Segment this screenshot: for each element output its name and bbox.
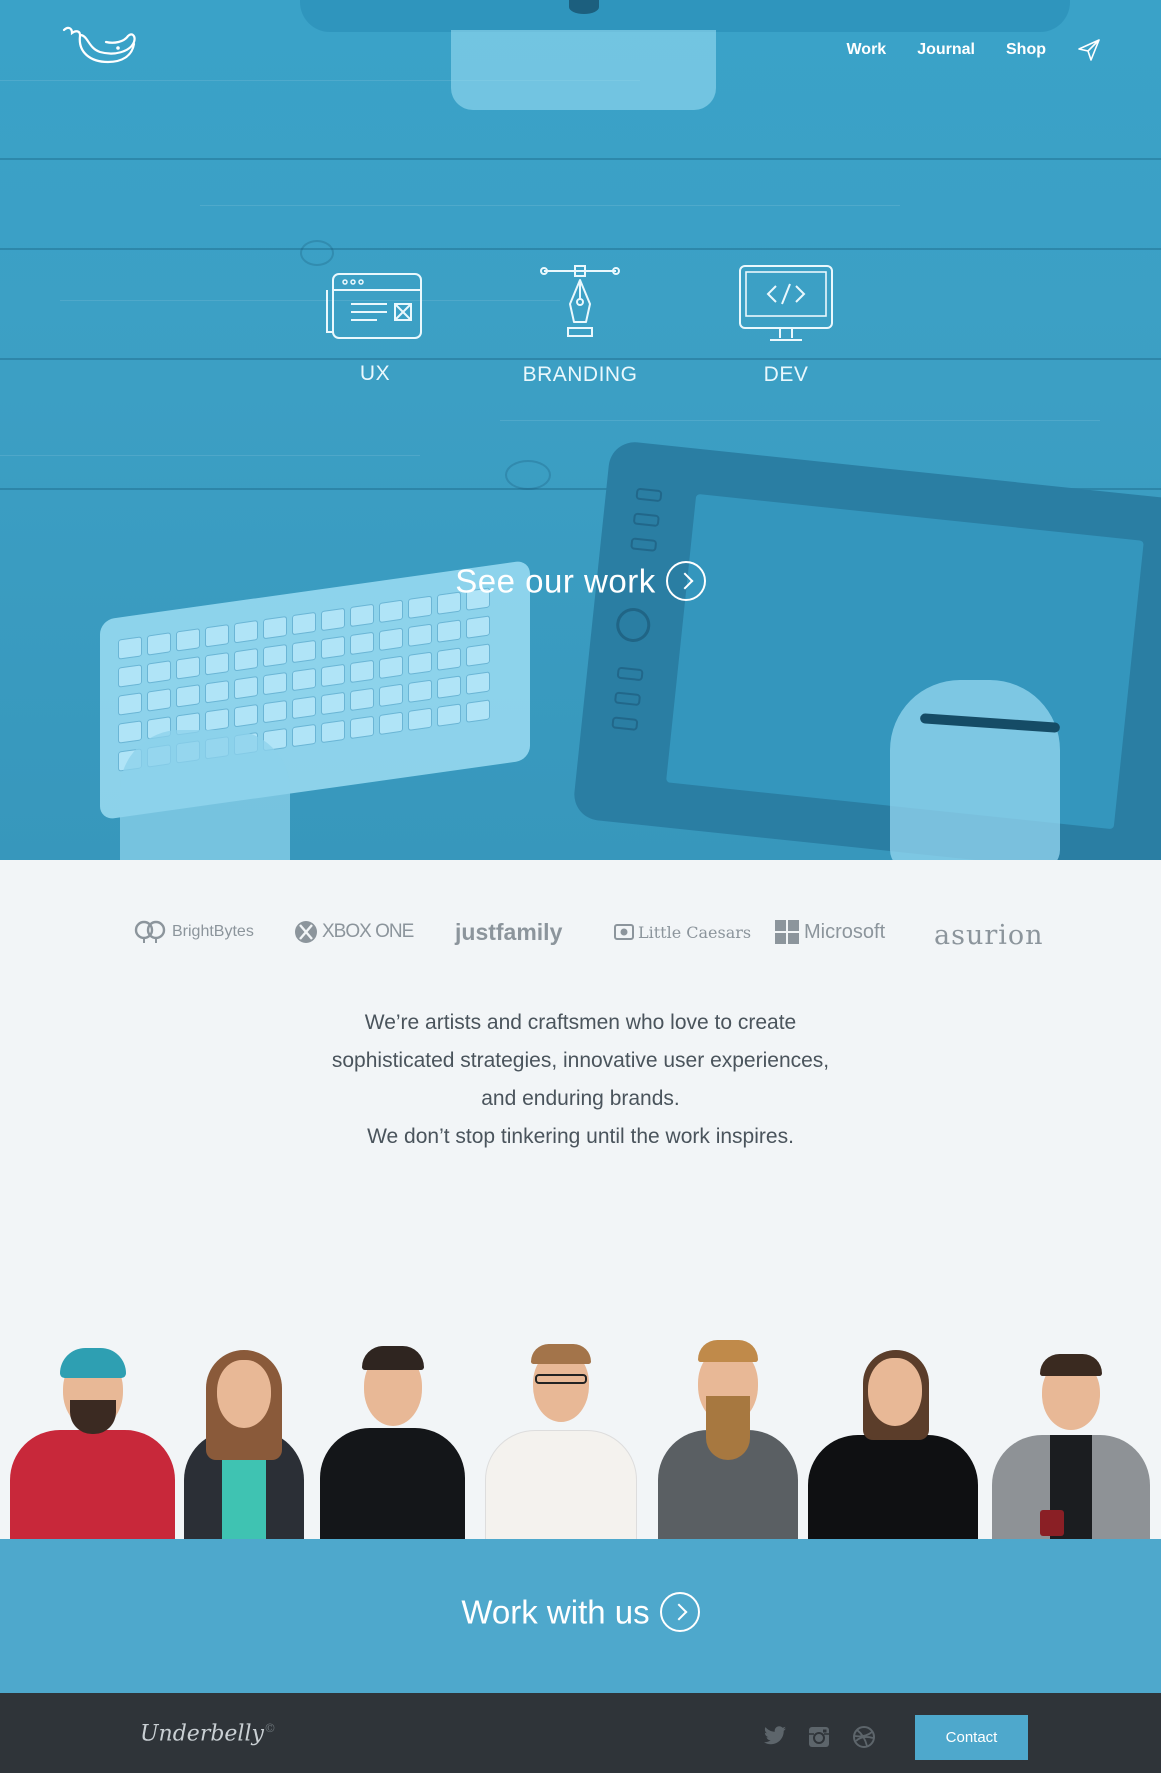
monitor (300, 0, 1070, 32)
apple-logo (569, 0, 599, 14)
pen-tool-icon (540, 265, 620, 337)
chevron-circle-right-icon (659, 1592, 700, 1633)
team-member (485, 1340, 637, 1540)
client-logo-asurion: asurion (934, 919, 1044, 951)
footer-brand[interactable]: Underbelly© (140, 1721, 276, 1746)
hand (890, 680, 1060, 860)
contact-button[interactable]: Contact (915, 1715, 1028, 1760)
work-with-us-link[interactable]: Work with us (0, 1591, 1161, 1633)
team-member (320, 1340, 465, 1540)
monitor-stand (451, 30, 716, 110)
client-logos: BrightBytes XBOX ONE justfamily Little C… (0, 910, 1161, 960)
wood-knot (505, 460, 551, 490)
team-member (184, 1340, 304, 1540)
about-line: sophisticated strategies, innovative use… (331, 1049, 830, 1072)
nav-journal[interactable]: Journal (917, 41, 975, 59)
about-text: We’re artists and craftsmen who love to … (250, 1004, 911, 1156)
client-logo-little-caesars: Little Caesars (614, 910, 751, 954)
team-member (992, 1340, 1150, 1540)
hero-section: Work Journal Shop UX BRANDING DEV See ou… (0, 0, 1161, 860)
work-with-us-label: Work with us (461, 1593, 650, 1631)
xbox-icon (295, 921, 317, 943)
see-our-work-label: See our work (455, 562, 656, 600)
microsoft-icon (775, 920, 799, 944)
browser-window-icon (326, 273, 422, 339)
service-dev[interactable]: DEV (706, 262, 866, 387)
service-ux[interactable]: UX (295, 262, 455, 386)
nav-shop[interactable]: Shop (1006, 41, 1046, 59)
team-member (808, 1340, 978, 1540)
twitter-icon[interactable] (763, 1726, 787, 1746)
paper-plane-icon[interactable] (1077, 38, 1101, 62)
main-nav: Work Journal Shop (846, 38, 1101, 62)
client-logo-xbox: XBOX ONE (294, 910, 414, 954)
team-member (10, 1340, 175, 1540)
whale-logo[interactable] (58, 22, 138, 70)
work-with-us-section: Work with us (0, 1539, 1161, 1693)
about-line: We’re artists and craftsmen who love to … (364, 1011, 797, 1034)
see-our-work-link[interactable]: See our work (0, 560, 1161, 602)
client-logo-microsoft: Microsoft (774, 910, 885, 954)
chevron-circle-right-icon (665, 561, 706, 602)
service-label: BRANDING (522, 363, 638, 386)
about-line: We don’t stop tinkering until the work i… (367, 1125, 794, 1148)
brightbytes-icon (134, 920, 166, 943)
dribbble-icon[interactable] (853, 1726, 875, 1748)
hand (120, 730, 290, 860)
client-logo-brightbytes: BrightBytes (134, 910, 254, 954)
instagram-icon[interactable] (808, 1726, 830, 1748)
little-caesars-icon (614, 924, 634, 940)
team-member (658, 1340, 798, 1540)
service-branding[interactable]: BRANDING (500, 262, 660, 387)
team-photos (0, 1340, 1161, 1540)
service-label: UX (359, 362, 391, 385)
service-label: DEV (763, 363, 809, 386)
nav-work[interactable]: Work (846, 41, 886, 59)
about-line: and enduring brands. (481, 1087, 680, 1110)
code-monitor-icon (739, 265, 833, 341)
footer: Underbelly© Contact (0, 1693, 1161, 1773)
drawing-tablet (571, 439, 1161, 860)
client-logo-justfamily: justfamily (455, 918, 563, 945)
services: UX BRANDING DEV (0, 262, 1161, 402)
